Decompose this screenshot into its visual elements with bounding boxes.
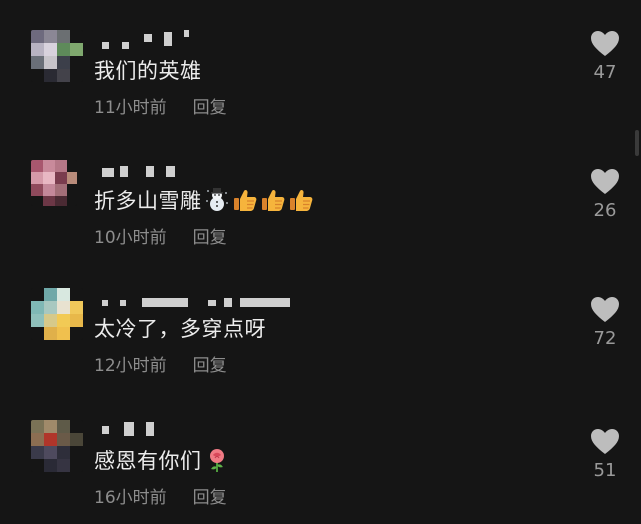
username-redacted[interactable]	[102, 288, 302, 310]
comment-meta: 12小时前 回复	[94, 355, 227, 377]
snowman-icon	[205, 188, 228, 211]
reply-button[interactable]: 回复	[193, 356, 227, 376]
timestamp: 10小时前	[94, 228, 167, 248]
avatar[interactable]	[31, 30, 83, 82]
thumbs-up-icon	[261, 189, 284, 211]
reply-button[interactable]: 回复	[193, 488, 227, 508]
username-redacted[interactable]	[102, 30, 302, 52]
scrollbar[interactable]	[635, 130, 639, 156]
timestamp: 16小时前	[94, 488, 167, 508]
like-count: 47	[593, 62, 617, 83]
like-count: 26	[593, 200, 617, 221]
avatar[interactable]	[31, 420, 83, 472]
comment-item: 我们的英雄 11小时前 回复 47	[0, 30, 641, 150]
comment-meta: 16小时前 回复	[94, 487, 227, 509]
avatar[interactable]	[31, 160, 77, 206]
like-button[interactable]: 72	[585, 296, 625, 350]
comment-item: 折多山雪雕 10小时前 回复 26	[0, 160, 641, 280]
timestamp: 11小时前	[94, 98, 167, 118]
heart-icon	[591, 169, 619, 194]
heart-icon	[591, 297, 619, 322]
comment-meta: 10小时前 回复	[94, 227, 227, 249]
like-count: 72	[593, 328, 617, 349]
reply-button[interactable]: 回复	[193, 98, 227, 118]
comment-text: 我们的英雄	[94, 59, 202, 83]
comment-item: 感恩有你们 16小时前 回复 51	[0, 420, 641, 524]
like-button[interactable]: 26	[585, 168, 625, 222]
username-redacted[interactable]	[102, 420, 302, 442]
like-button[interactable]: 51	[585, 428, 625, 482]
heart-icon	[591, 429, 619, 454]
timestamp: 12小时前	[94, 356, 167, 376]
thumbs-up-icon	[233, 189, 256, 211]
thumbs-up-icon	[289, 189, 312, 211]
reply-button[interactable]: 回复	[193, 228, 227, 248]
like-button[interactable]: 47	[585, 30, 625, 84]
like-count: 51	[593, 460, 617, 481]
rose-icon	[209, 449, 224, 472]
username-redacted[interactable]	[102, 160, 302, 182]
comment-text: 太冷了，多穿点呀	[94, 317, 266, 341]
comment-list: 我们的英雄 11小时前 回复 47 折多山雪雕 10小时前 回复 26 太冷了，…	[0, 0, 641, 524]
heart-icon	[591, 31, 619, 56]
comment-item: 太冷了，多穿点呀 12小时前 回复 72	[0, 288, 641, 408]
comment-meta: 11小时前 回复	[94, 97, 227, 119]
comment-text: 感恩有你们	[94, 447, 230, 475]
comment-text: 折多山雪雕	[94, 187, 314, 215]
avatar[interactable]	[31, 288, 83, 340]
